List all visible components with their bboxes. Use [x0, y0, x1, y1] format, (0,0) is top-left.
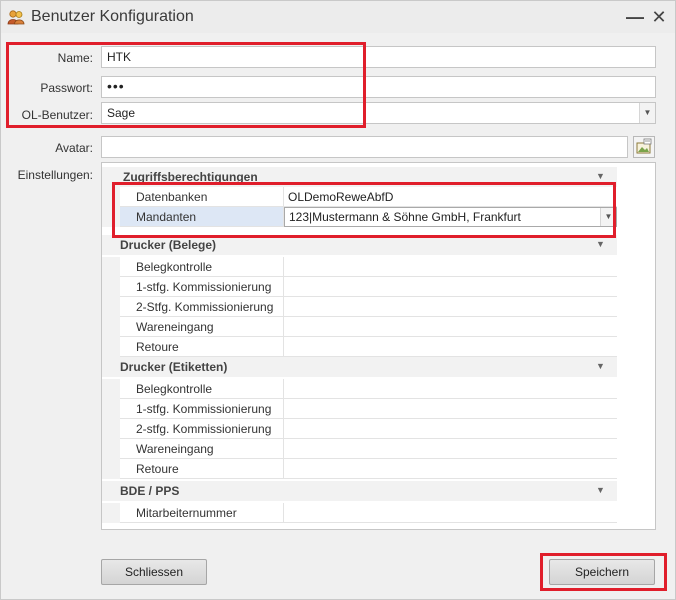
row-name: Wareneingang [120, 439, 284, 459]
mandanten-value: 123|Mustermann & Söhne GmbH, Frankfurt [289, 210, 521, 224]
row-value[interactable] [284, 503, 617, 523]
avatar-input[interactable] [101, 136, 628, 158]
row-name: Belegkontrolle [120, 257, 284, 277]
close-button[interactable]: Schliessen [101, 559, 207, 585]
row-indent [102, 257, 120, 277]
row-indent [102, 187, 120, 207]
grid-row[interactable]: Wareneingang [102, 317, 617, 337]
category-access[interactable]: Zugriffsberechtigungen ▼ [102, 167, 617, 187]
chevron-down-icon[interactable]: ▼ [596, 239, 605, 249]
grid-row[interactable]: 1-stfg. Kommissionierung [102, 399, 617, 419]
grid-row[interactable]: Belegkontrolle [102, 257, 617, 277]
category-bde-title: BDE / PPS [120, 484, 180, 498]
row-value[interactable] [284, 459, 617, 479]
dropdown-arrow-icon[interactable]: ▼ [639, 103, 655, 123]
row-indent [102, 419, 120, 439]
row-value[interactable] [284, 337, 617, 357]
category-printer-docs-title: Drucker (Belege) [120, 238, 217, 252]
grid-row[interactable]: 2-stfg. Kommissionierung [102, 419, 617, 439]
row-name: 1-stfg. Kommissionierung [120, 399, 284, 419]
row-value[interactable] [284, 257, 617, 277]
row-indent [102, 297, 120, 317]
grid-row[interactable]: Retoure [102, 459, 617, 479]
chevron-down-icon[interactable]: ▼ [596, 171, 605, 181]
config-dialog: Benutzer Konfiguration — ✕ Name: HTK Pas… [0, 0, 676, 600]
row-indent [102, 399, 120, 419]
row-name: Mitarbeiternummer [120, 503, 284, 523]
save-button[interactable]: Speichern [549, 559, 655, 585]
row-indent [102, 317, 120, 337]
row-value[interactable] [284, 297, 617, 317]
avatar-browse-button[interactable] [633, 136, 655, 158]
row-name: 2-Stfg. Kommissionierung [120, 297, 284, 317]
name-input[interactable]: HTK [101, 46, 656, 68]
row-value[interactable] [284, 277, 617, 297]
window-title: Benutzer Konfiguration [31, 8, 194, 25]
dropdown-arrow-icon[interactable]: ▼ [600, 208, 616, 226]
grid-row[interactable]: 1-stfg. Kommissionierung [102, 277, 617, 297]
close-window-button[interactable]: ✕ [647, 5, 671, 29]
grid-row-mandanten[interactable]: Mandanten 123|Mustermann & Söhne GmbH, F… [102, 207, 617, 227]
row-name: Mandanten [120, 207, 284, 227]
row-indent [102, 337, 120, 357]
row-value[interactable] [284, 317, 617, 337]
mandanten-select[interactable]: 123|Mustermann & Söhne GmbH, Frankfurt ▼ [284, 207, 617, 227]
minimize-button[interactable]: — [623, 5, 647, 29]
row-name: 2-stfg. Kommissionierung [120, 419, 284, 439]
row-value[interactable] [284, 439, 617, 459]
row-indent [102, 503, 120, 523]
category-printer-labels[interactable]: Drucker (Etiketten) ▼ [102, 357, 617, 377]
row-name: Wareneingang [120, 317, 284, 337]
row-indent [102, 379, 120, 399]
password-label: Passwort: [40, 81, 93, 95]
category-printer-docs[interactable]: Drucker (Belege) ▼ [102, 235, 617, 255]
users-icon [7, 10, 25, 25]
category-bde[interactable]: BDE / PPS ▼ [102, 481, 617, 501]
category-printer-labels-title: Drucker (Etiketten) [120, 360, 228, 374]
row-value[interactable] [284, 379, 617, 399]
row-indent [102, 277, 120, 297]
avatar-label: Avatar: [55, 141, 93, 155]
property-grid: Zugriffsberechtigungen ▼ Datenbanken OLD… [101, 162, 656, 530]
grid-row[interactable]: Wareneingang [102, 439, 617, 459]
grid-row[interactable]: 2-Stfg. Kommissionierung [102, 297, 617, 317]
settings-label: Einstellungen: [17, 168, 93, 182]
ol-user-value: Sage [107, 106, 136, 120]
ol-user-label: OL-Benutzer: [21, 108, 93, 122]
category-access-title: Zugriffsberechtigungen [123, 170, 258, 184]
title-bar: Benutzer Konfiguration — ✕ [1, 1, 675, 33]
ol-user-select[interactable]: Sage ▼ [101, 102, 656, 124]
chevron-down-icon[interactable]: ▼ [596, 485, 605, 495]
row-name: Datenbanken [120, 187, 284, 207]
grid-row[interactable]: Retoure [102, 337, 617, 357]
grid-row[interactable]: Mitarbeiternummer [102, 503, 617, 523]
row-name: 1-stfg. Kommissionierung [120, 277, 284, 297]
row-indent [102, 207, 120, 227]
row-indent [102, 439, 120, 459]
browse-image-icon [636, 138, 652, 154]
row-name: Retoure [120, 459, 284, 479]
name-label: Name: [57, 51, 93, 65]
grid-row[interactable]: Belegkontrolle [102, 379, 617, 399]
row-indent [102, 459, 120, 479]
password-input[interactable]: ••• [101, 76, 656, 98]
row-name: Retoure [120, 337, 284, 357]
row-value[interactable] [284, 399, 617, 419]
row-value[interactable] [284, 419, 617, 439]
grid-row-datenbanken[interactable]: Datenbanken OLDemoReweAbfD [102, 187, 617, 207]
chevron-down-icon[interactable]: ▼ [596, 361, 605, 371]
row-value[interactable]: OLDemoReweAbfD [284, 187, 617, 207]
row-name: Belegkontrolle [120, 379, 284, 399]
